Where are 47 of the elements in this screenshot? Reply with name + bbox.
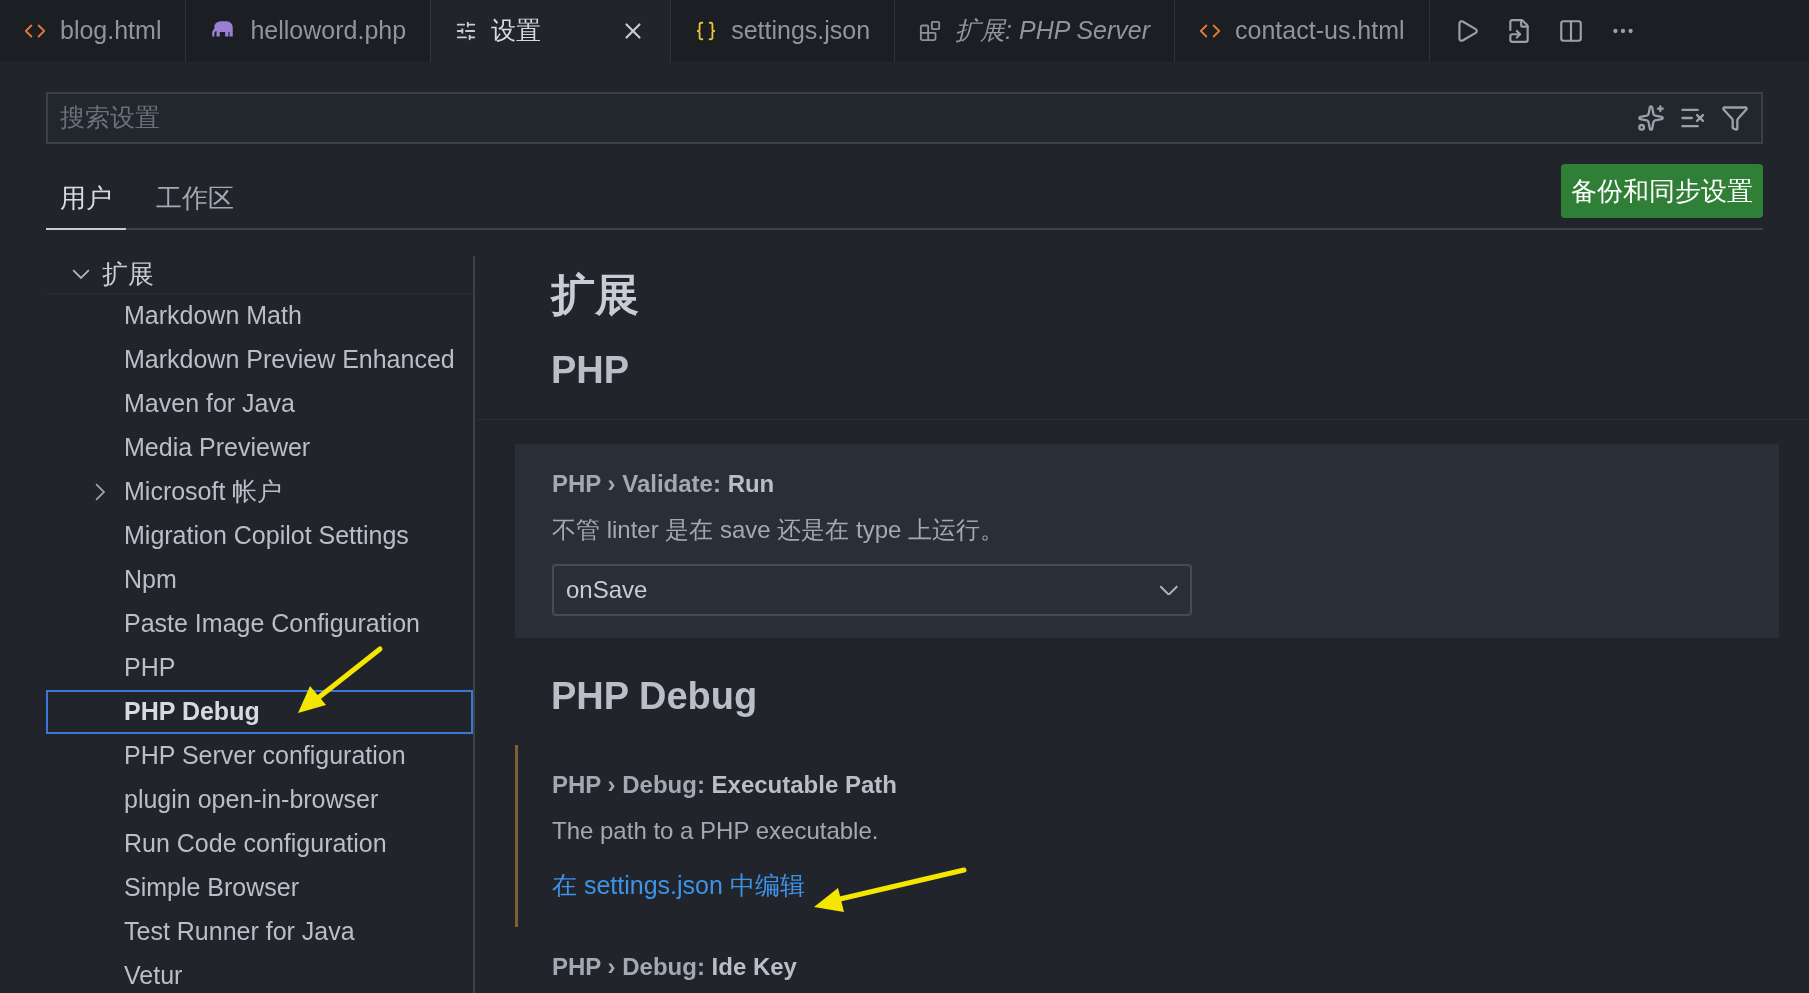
- blocks-icon: [919, 20, 942, 42]
- tree-item[interactable]: Microsoft 帐户: [46, 470, 473, 514]
- setting-title: PHP › Debug: Ide Key: [552, 951, 798, 982]
- scope-tab[interactable]: 工作区: [142, 179, 248, 230]
- scope-tab[interactable]: 用户: [46, 179, 126, 230]
- editor-tab[interactable]: 设置: [431, 0, 672, 62]
- setting-title: PHP › Debug: Executable Path: [552, 770, 898, 800]
- tree-item[interactable]: Maven for Java: [46, 382, 473, 426]
- tree-item[interactable]: Paste Image Configuration: [46, 602, 473, 646]
- tree-item[interactable]: Markdown Preview Enhanced: [46, 338, 473, 382]
- tree-item[interactable]: Vetur: [46, 954, 473, 993]
- filter-icon[interactable]: [1721, 104, 1749, 132]
- setting-description: The path to a PHP executable.: [552, 816, 880, 846]
- tree-item[interactable]: Media Previewer: [46, 426, 473, 470]
- tab-label: settings.json: [731, 15, 871, 47]
- tree-item[interactable]: PHP: [46, 646, 473, 690]
- section-heading: PHP: [475, 328, 1809, 420]
- tree-item[interactable]: PHP Debug: [46, 690, 473, 734]
- section-heading: PHP Debug: [550, 674, 759, 719]
- setting-title: PHP › Validate: Run: [552, 469, 776, 499]
- tree-item[interactable]: Test Runner for Java: [46, 910, 473, 954]
- sync-button[interactable]: 备份和同步设置: [1561, 164, 1763, 218]
- tab-label: 设置: [491, 15, 543, 47]
- search-field[interactable]: 搜索设置: [60, 99, 1637, 137]
- tab-label: blog.html: [60, 15, 162, 47]
- tree-item[interactable]: plugin open-in-browser: [46, 778, 473, 822]
- edit-in-settings-link[interactable]: 在 settings.json 中编辑: [552, 867, 805, 905]
- page-heading: 扩展: [549, 269, 640, 321]
- tree-item[interactable]: Markdown Math: [46, 294, 473, 338]
- split-editor-icon[interactable]: [1557, 18, 1584, 44]
- sparkles-icon[interactable]: [1637, 104, 1665, 132]
- chevron-right-icon: [94, 483, 106, 501]
- tab-label: helloword.php: [250, 15, 407, 47]
- tab-label: 扩展: PHP Server: [955, 15, 1151, 47]
- chevron-down-icon: [72, 269, 90, 280]
- sliders-icon: [455, 20, 478, 42]
- tab-label: contact-us.html: [1235, 15, 1405, 47]
- chevron-down-icon: [1158, 584, 1178, 596]
- setting-description: 不管 linter 是在 save 还是在 type 上运行。: [552, 515, 1006, 545]
- search-bar[interactable]: 搜索设置: [46, 92, 1763, 144]
- tree-item[interactable]: Run Code configuration: [46, 822, 473, 866]
- tree-item[interactable]: Migration Copilot Settings: [46, 514, 473, 558]
- select-dropdown[interactable]: onSave: [552, 564, 1192, 616]
- tree-item[interactable]: Simple Browser: [46, 866, 473, 910]
- tree-item[interactable]: PHP Server configuration: [46, 734, 473, 778]
- tree-item[interactable]: Npm: [46, 558, 473, 602]
- braces-icon: [695, 20, 718, 42]
